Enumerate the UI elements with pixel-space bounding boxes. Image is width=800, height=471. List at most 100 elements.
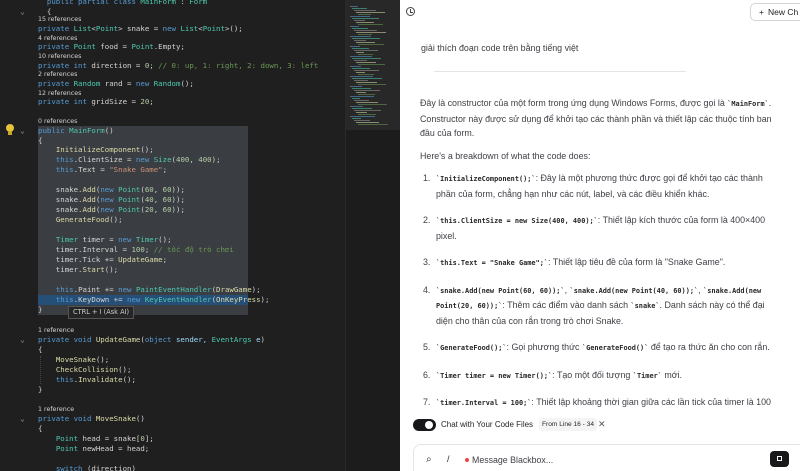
breakdown-item: 1. `InitializeComponent();`: Đây là một p… <box>420 171 780 201</box>
code-token: KeyEventHandler <box>144 295 212 304</box>
fold-chevron-icon[interactable]: ⌄ <box>20 336 28 344</box>
line-range-badge: From Line 16 - 34 <box>539 418 598 431</box>
lightbulb-icon[interactable] <box>5 124 15 136</box>
code-token: this <box>55 285 74 294</box>
code-token: , <box>153 205 163 214</box>
code-token: this <box>55 375 74 384</box>
ask-ai-tooltip[interactable]: CTRL + I (Ask AI) <box>68 306 135 319</box>
code-token: this <box>55 165 74 174</box>
code-token: "Snake Game" <box>109 165 163 174</box>
code-token: (); <box>122 375 136 384</box>
code-line: this.Invalidate(); <box>38 375 136 385</box>
fold-chevron-icon[interactable]: ⌄ <box>20 127 28 135</box>
inline-code: `snake.Add(new Point(40, 60));` <box>569 286 699 295</box>
answer-intro: Đây là constructor của một form trong ứn… <box>420 98 772 138</box>
stop-icon <box>777 456 782 461</box>
code-line: private Point food = Point.Empty; <box>38 42 185 52</box>
code-files-toggle[interactable] <box>413 419 436 431</box>
code-token: InitializeComponent <box>55 145 141 154</box>
code-token: (); <box>158 235 172 244</box>
code-token: // tốc độ trò chơi <box>153 245 234 254</box>
inline-code: `InitializeComponent();` <box>436 175 536 183</box>
item-text: mới. <box>661 369 683 380</box>
minimap-line <box>350 36 371 37</box>
history-clock-icon[interactable] <box>405 6 417 18</box>
code-line: MoveSnake(); <box>38 355 109 365</box>
code-token: Invalidate <box>78 375 123 384</box>
item-number: 3. <box>423 257 431 267</box>
code-line: timer.Interval = 100; // tốc độ trò chơi <box>38 245 248 255</box>
code-line: this.KeyDown += new KeyEventHandler(OnKe… <box>38 295 269 305</box>
code-token: MainForm <box>140 0 176 6</box>
new-chat-label: New Ch <box>767 7 799 17</box>
minimap-line <box>352 98 360 99</box>
inline-code: `Timer` <box>632 371 662 380</box>
code-token: Add <box>82 205 96 214</box>
fold-chevron-icon[interactable]: ⌄ <box>20 415 28 423</box>
code-token: ; <box>162 255 168 264</box>
minimap-line <box>354 40 366 41</box>
code-token: timer.Interval = <box>38 245 132 254</box>
code-line: InitializeComponent(); <box>38 145 248 155</box>
record-dot-icon <box>465 458 469 462</box>
code-token: UpdateGame <box>118 255 163 264</box>
minimap[interactable] <box>345 0 401 471</box>
code-token: List <box>73 24 92 33</box>
code-line: private int gridSize = 20; <box>38 97 154 107</box>
minimap-line <box>350 96 374 97</box>
new-chat-button[interactable]: + New Ch <box>750 3 800 21</box>
minimap-line <box>352 108 372 109</box>
minimap-line <box>358 74 374 75</box>
send-button[interactable] <box>770 451 789 467</box>
message-input[interactable] <box>472 453 712 467</box>
minimap-line <box>354 30 377 31</box>
editor-gutter: ⌄ ⌄ ⌄ ⌄ <box>0 0 36 471</box>
code-token: snake. <box>38 205 83 214</box>
minimap-line <box>356 52 364 53</box>
code-token: new <box>118 285 136 294</box>
code-editor[interactable]: ⌄ ⌄ ⌄ ⌄ public partial class MainForm : … <box>0 0 345 471</box>
code-token: private <box>38 335 74 344</box>
code-token: 2 references <box>38 71 78 78</box>
code-token: Size <box>153 155 172 164</box>
code-token: public <box>38 126 70 135</box>
code-line: private Random rand = new Random(); <box>38 79 194 89</box>
inline-code: `this.Text = "Snake Game";` <box>436 259 549 267</box>
code-token: DrawGame <box>216 285 252 294</box>
code-token: new <box>100 195 119 204</box>
close-icon[interactable]: ✕ <box>598 418 606 431</box>
code-token: ; <box>144 245 154 254</box>
minimap-line <box>354 100 369 101</box>
minimap-line <box>358 44 384 45</box>
plus-icon: + <box>759 7 764 17</box>
code-token: ); <box>260 295 270 304</box>
minimap-line <box>350 76 373 77</box>
code-line: snake.Add(new Point(40, 60)); <box>38 195 248 205</box>
paperclip-icon[interactable]: ⌕ <box>426 455 432 465</box>
code-token: Point <box>118 205 141 214</box>
minimap-line <box>350 16 370 17</box>
fold-chevron-icon[interactable]: ⌄ <box>20 8 28 16</box>
minimap-line <box>358 104 387 105</box>
minimap-line <box>354 20 365 21</box>
code-token: new <box>100 185 119 194</box>
code-token: 15 references <box>38 16 82 23</box>
code-token: Point <box>95 24 119 33</box>
code-token: private <box>38 97 74 106</box>
minimap-line <box>352 88 371 89</box>
code-token: object <box>144 335 176 344</box>
slash-command-icon[interactable]: / <box>447 454 450 464</box>
item-number: 2. <box>423 215 431 225</box>
code-token: : <box>175 0 190 6</box>
assistant-answer: Đây là constructor của một form trong ứn… <box>420 96 780 466</box>
code-line: GenerateFood(); <box>38 215 248 225</box>
code-token: 400 <box>176 155 190 164</box>
code-token: Timer <box>55 235 79 244</box>
chat-panel: + New Ch giải thích đoạn code trên bằng t… <box>400 0 800 471</box>
code-token: int <box>73 97 92 106</box>
item-text: : Tạo một đối tượng <box>552 369 633 380</box>
code-token: ; <box>149 97 154 106</box>
breakdown-heading: Here's a breakdown of what the code does… <box>420 150 591 161</box>
